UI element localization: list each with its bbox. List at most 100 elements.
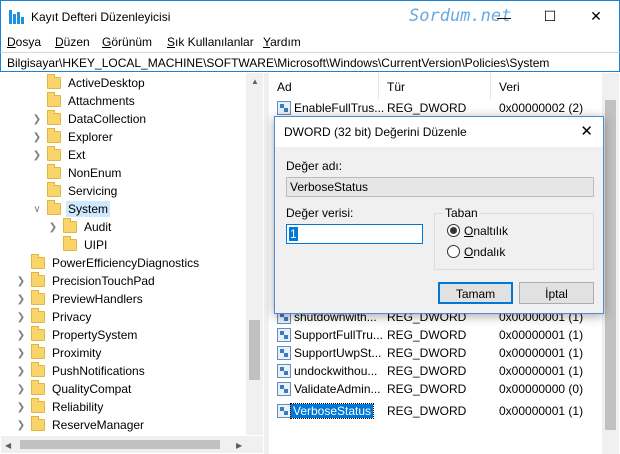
chevron-right-icon[interactable]: ❯ <box>47 218 59 236</box>
reg-dword-icon <box>277 101 291 115</box>
chevron-right-icon[interactable]: ❯ <box>31 110 43 128</box>
tree-item[interactable]: ❯ Reliability <box>15 398 105 416</box>
tree-item[interactable]: Servicing <box>31 182 119 200</box>
folder-icon <box>47 164 61 179</box>
chevron-right-icon[interactable]: ❯ <box>15 326 27 344</box>
maximize-button[interactable]: ☐ <box>527 1 573 32</box>
regedit-app-icon <box>9 10 24 24</box>
tree-item[interactable]: PowerEfficiencyDiagnostics <box>15 254 201 272</box>
minimize-icon: — <box>497 8 511 25</box>
scroll-right-arrow-icon[interactable]: ▶ <box>236 441 242 450</box>
dialog-title: DWORD (32 bit) Değerini Düzenle <box>284 125 467 139</box>
folder-icon <box>31 272 45 287</box>
tree-item[interactable]: ❯ PrecisionTouchPad <box>15 272 157 290</box>
tree-item[interactable]: ❯ Proximity <box>15 344 103 362</box>
chevron-right-icon[interactable]: ❯ <box>15 290 27 308</box>
tree-item[interactable]: ❯ QualityCompat <box>15 380 133 398</box>
tree-item[interactable]: ❯ DataCollection <box>31 110 148 128</box>
chevron-right-icon[interactable]: ❯ <box>15 362 27 380</box>
tree-item[interactable]: NonEnum <box>31 164 123 182</box>
tree-scroll-thumb[interactable] <box>249 320 260 380</box>
ok-button[interactable]: Tamam <box>438 282 513 304</box>
folder-icon <box>31 362 45 377</box>
tree-item-system[interactable]: ∨ System <box>31 200 111 218</box>
list-item[interactable]: undockwithou... REG_DWORD 0x00000001 (1) <box>269 362 609 380</box>
scroll-left-arrow-icon[interactable]: ◀ <box>5 441 11 450</box>
chevron-right-icon[interactable]: ❯ <box>15 416 27 434</box>
base-dec-label[interactable]: Ondalık <box>464 245 505 259</box>
menu-file[interactable]: Dosya <box>7 35 41 49</box>
chevron-right-icon[interactable]: ❯ <box>15 308 27 326</box>
folder-icon <box>63 236 77 251</box>
list-item[interactable]: SupportUwpSt... REG_DWORD 0x00000001 (1) <box>269 344 609 362</box>
tree-item[interactable]: ❯ ReserveManager <box>15 416 146 434</box>
reg-dword-icon <box>277 346 291 360</box>
menu-bar: Dosya Düzen Görünüm Sık Kullanılanlar Ya… <box>0 32 620 52</box>
value-data-input[interactable]: 1 <box>286 224 423 244</box>
tree-item[interactable]: ❯ PushNotifications <box>15 362 147 380</box>
tree-item[interactable]: ❯ Privacy <box>15 308 93 326</box>
tree-vertical-scrollbar[interactable] <box>246 73 263 435</box>
folder-icon <box>31 254 45 269</box>
folder-icon <box>31 344 45 359</box>
base-hex-radio[interactable] <box>447 224 460 237</box>
chevron-right-icon[interactable]: ❯ <box>15 398 27 416</box>
base-label: Taban <box>443 206 480 220</box>
chevron-right-icon[interactable]: ❯ <box>15 272 27 290</box>
folder-icon <box>47 74 61 89</box>
reg-dword-icon <box>277 328 291 342</box>
scroll-up-arrow-icon[interactable]: ▲ <box>251 77 259 86</box>
address-bar[interactable]: Bilgisayar\HKEY_LOCAL_MACHINE\SOFTWARE\M… <box>0 52 620 72</box>
tree-item[interactable]: UIPI <box>47 236 109 254</box>
tree-item[interactable]: ActiveDesktop <box>31 74 147 92</box>
dialog-close-icon[interactable]: ✕ <box>580 122 593 140</box>
column-header-data[interactable]: Veri <box>491 73 609 99</box>
folder-icon <box>31 416 45 431</box>
title-bar: Kayıt Defteri Düzenleyicisi Sordum.net —… <box>0 0 620 32</box>
tree-item[interactable]: ❯ Audit <box>47 218 113 236</box>
menu-edit[interactable]: Düzen <box>55 35 90 49</box>
folder-icon <box>47 146 61 161</box>
tree-item[interactable]: ❯ PreviewHandlers <box>15 290 145 308</box>
value-data-label: Değer verisi: <box>286 206 354 220</box>
folder-icon <box>31 398 45 413</box>
list-scroll-thumb[interactable] <box>605 100 616 430</box>
cancel-button[interactable]: İptal <box>519 282 594 304</box>
base-groupbox <box>434 213 594 270</box>
value-name-field: VerboseStatus <box>286 177 594 197</box>
column-header-name[interactable]: Ad <box>269 73 379 99</box>
tree-item[interactable]: Attachments <box>31 92 137 110</box>
close-button[interactable]: ✕ <box>573 1 619 32</box>
chevron-right-icon[interactable]: ❯ <box>31 146 43 164</box>
column-header-type[interactable]: Tür <box>379 73 491 99</box>
reg-dword-icon <box>277 404 291 418</box>
menu-view[interactable]: Görünüm <box>102 35 152 49</box>
reg-dword-icon <box>277 382 291 396</box>
tree-item[interactable]: ❯ Explorer <box>31 128 115 146</box>
chevron-right-icon[interactable]: ❯ <box>15 380 27 398</box>
folder-icon <box>47 200 61 215</box>
chevron-right-icon[interactable]: ❯ <box>15 344 27 362</box>
menu-favorites[interactable]: Sık Kullanılanlar <box>167 35 254 49</box>
edit-dword-dialog: DWORD (32 bit) Değerini Düzenle ✕ Değer … <box>274 116 604 314</box>
chevron-right-icon[interactable]: ❯ <box>31 128 43 146</box>
base-hex-label[interactable]: Onaltılık <box>464 224 508 238</box>
tree-hscroll-thumb[interactable] <box>20 440 220 449</box>
list-item[interactable]: SupportFullTru... REG_DWORD 0x00000001 (… <box>269 326 609 344</box>
list-item[interactable]: ValidateAdmin... REG_DWORD 0x00000000 (0… <box>269 380 609 398</box>
value-name-label: Değer adı: <box>286 159 343 173</box>
chevron-down-icon[interactable]: ∨ <box>31 200 43 218</box>
list-item-verbosestatus[interactable]: VerboseStatus REG_DWORD 0x00000001 (1) <box>269 402 609 420</box>
key-tree: ActiveDesktop Attachments ❯ DataCollectio… <box>1 73 264 454</box>
minimize-button[interactable]: — <box>481 1 527 32</box>
tree-item[interactable]: ❯ Ext <box>31 146 87 164</box>
menu-help[interactable]: Yardım <box>263 35 301 49</box>
close-icon: ✕ <box>590 8 602 24</box>
tree-item[interactable]: ❯ PropertySystem <box>15 326 139 344</box>
dialog-title-bar: DWORD (32 bit) Değerini Düzenle ✕ <box>275 117 603 147</box>
folder-icon <box>47 92 61 107</box>
list-item[interactable]: EnableFullTrus... REG_DWORD 0x00000002 (… <box>269 99 609 117</box>
base-dec-radio[interactable] <box>447 245 460 258</box>
folder-icon <box>31 308 45 323</box>
folder-icon <box>47 182 61 197</box>
